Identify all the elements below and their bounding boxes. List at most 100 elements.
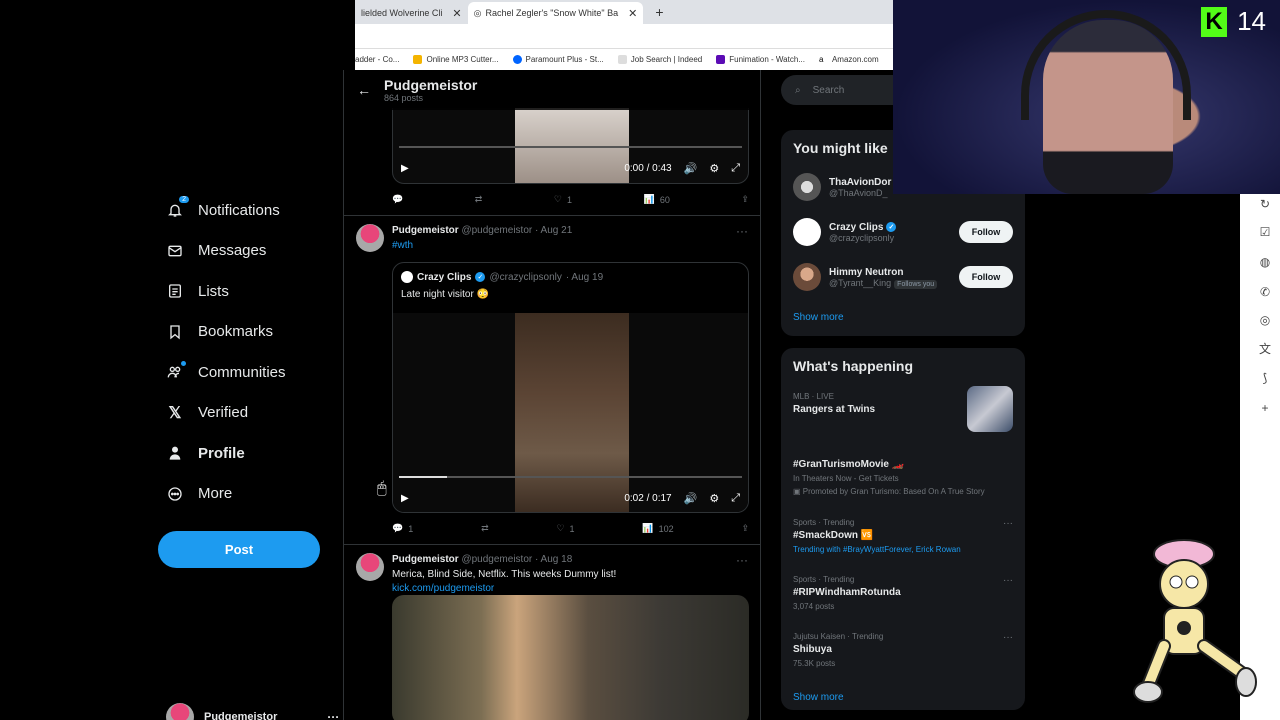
author-handle[interactable]: @pudgemeistor (461, 225, 532, 236)
instagram-icon[interactable]: ◎ (1257, 312, 1273, 328)
hashtag-link[interactable]: #wth (392, 240, 413, 251)
video-progress[interactable] (399, 476, 742, 478)
nav-item-notifications[interactable]: 2 Notifications (150, 190, 340, 231)
play-icon[interactable]: ▶ (401, 163, 409, 174)
tweet-date[interactable]: · Aug 18 (535, 554, 572, 565)
address-toolbar (355, 24, 895, 48)
follow-button[interactable]: Follow (959, 266, 1013, 288)
more-dots-icon[interactable]: ··· (1003, 575, 1013, 586)
more-dots-icon[interactable]: ··· (1003, 632, 1013, 643)
video-progress[interactable] (399, 146, 742, 148)
post-button[interactable]: Post (158, 531, 320, 568)
refresh-icon[interactable]: ↻ (1257, 196, 1273, 212)
x-logo-icon: 𝕏 (168, 404, 182, 422)
trend-item[interactable]: MLB · LIVE Rangers at Twins (793, 386, 1013, 432)
nav-label: Lists (198, 282, 229, 300)
browser-tab-active[interactable]: ◎ Rachel Zegler's "Snow White" Ba ✕ (467, 2, 644, 24)
bookmark-item[interactable]: Funimation - Watch... (716, 55, 805, 64)
more-dots-icon[interactable]: ··· (736, 553, 748, 567)
reply-button[interactable]: 💬 1 (392, 523, 413, 534)
author-name[interactable]: Pudgemeistor (392, 554, 459, 565)
bookmark-item[interactable]: Online MP3 Cutter... (413, 55, 499, 64)
bookmark-item[interactable]: a Amazon.com (818, 55, 879, 64)
nav-item-bookmarks[interactable]: Bookmarks (150, 312, 340, 353)
follow-button[interactable]: Follow (959, 221, 1013, 243)
like-button[interactable]: ♡ 1 (554, 194, 572, 205)
heart-icon: ♡ (553, 194, 562, 204)
new-tab-icon[interactable]: + (655, 4, 663, 20)
tweet[interactable]: Pudgemeistor @pudgemeistor · Aug 21 ··· … (344, 215, 760, 545)
bookmark-item[interactable]: adder - Co... (355, 55, 399, 64)
share-button[interactable]: ⇪ (741, 523, 749, 534)
extension-icon[interactable]: ⟆ (1257, 370, 1273, 386)
nav-item-verified[interactable]: 𝕏 Verified (150, 393, 340, 434)
video-player[interactable]: ▶ 0:00 / 0:43 🔊 ⚙ ⤢ (392, 108, 749, 184)
author-handle[interactable]: @pudgemeistor (461, 554, 532, 565)
volume-icon[interactable]: 🔊 (684, 492, 698, 505)
avatar[interactable] (356, 553, 384, 581)
add-icon[interactable]: + (1257, 400, 1273, 416)
share-button[interactable]: ⇪ (741, 194, 749, 205)
trend-item[interactable]: Jujutsu Kaisen · Trending Shibuya 75.3K … (793, 632, 1013, 668)
show-more-link[interactable]: Show more (793, 312, 844, 323)
fullscreen-icon[interactable]: ⤢ (731, 492, 740, 505)
whatsapp-icon[interactable]: ✆ (1257, 284, 1273, 300)
envelope-icon (166, 242, 184, 260)
show-more-link[interactable]: Show more (793, 692, 844, 703)
bookmark-item[interactable]: Paramount Plus - St... (512, 55, 604, 64)
nav-item-messages[interactable]: Messages (150, 231, 340, 272)
nav-item-more[interactable]: More (150, 474, 340, 515)
gear-icon[interactable]: ⚙ (709, 162, 719, 175)
tweet-date[interactable]: · Aug 21 (535, 225, 572, 236)
trend-subtitle: Trending with #BrayWyattForever, Erick R… (793, 545, 961, 554)
nav-label: Profile (198, 444, 245, 462)
whats-happening-panel: What's happening MLB · LIVE Rangers at T… (781, 348, 1025, 710)
more-dots-icon[interactable]: ··· (736, 224, 748, 238)
trend-item[interactable]: Sports · Trending #RIPWindhamRotunda 3,0… (793, 575, 1013, 611)
search-icon: ⌕ (795, 84, 801, 96)
messenger-icon[interactable]: ◍ (1257, 254, 1273, 270)
trend-item[interactable]: #GranTurismoMovie 🏎️ In Theaters Now - G… (793, 456, 1013, 496)
volume-icon[interactable]: 🔊 (684, 162, 698, 175)
views-button[interactable]: 📊 60 (644, 194, 670, 205)
gear-icon[interactable]: ⚙ (709, 492, 719, 505)
author-name[interactable]: Pudgemeistor (392, 225, 459, 236)
back-arrow-icon[interactable]: ← (344, 82, 384, 98)
browser-tab[interactable]: lielded Wolverine Cli ✕ (355, 2, 468, 24)
trend-title: #RIPWindhamRotunda (793, 587, 901, 598)
bookmark-label: Online MP3 Cutter... (426, 55, 499, 64)
nav-item-profile[interactable]: Profile (150, 433, 340, 474)
tweet-image[interactable] (392, 595, 749, 720)
quote-header: Crazy Clips ✓ @crazyclipsonly · Aug 19 (401, 271, 603, 283)
bookmark-item[interactable]: Job Search | Indeed (617, 55, 702, 64)
checklist-icon[interactable]: ☑ (1257, 224, 1273, 240)
more-dots-icon[interactable]: ··· (327, 710, 339, 720)
close-icon[interactable]: ✕ (452, 7, 461, 20)
tweet-link[interactable]: kick.com/pudgemeistor (392, 583, 494, 594)
quoted-tweet[interactable]: Crazy Clips ✓ @crazyclipsonly · Aug 19 L… (392, 262, 749, 513)
nav-item-communities[interactable]: Communities (150, 352, 340, 393)
suggested-account[interactable]: Crazy Clips ✓ @crazyclipsonly Follow (793, 215, 1013, 249)
views-button[interactable]: 📊 102 (642, 523, 673, 534)
more-dots-icon[interactable]: ··· (1003, 518, 1013, 529)
headphones (1021, 10, 1191, 120)
fullscreen-icon[interactable]: ⤢ (731, 162, 740, 175)
video-player[interactable]: ▶ 0:02 / 0:17 🔊 ⚙ ⤢ (393, 313, 748, 512)
trend-item[interactable]: Sports · Trending #SmackDown 🆚 Trending … (793, 518, 1013, 554)
avatar[interactable] (356, 224, 384, 252)
left-nav: 2 Notifications Messages Lists Bookmarks… (150, 190, 340, 514)
reply-button[interactable]: 💬 (392, 194, 403, 205)
suggested-account[interactable]: Himmy Neutron @Tyrant__King Follows you F… (793, 260, 1013, 294)
close-icon[interactable]: ✕ (628, 7, 637, 20)
account-switcher[interactable]: Pudgemeistor ··· (166, 703, 339, 720)
repost-button[interactable]: ⇄ (481, 523, 489, 534)
kick-viewer-badge: K 14 (1201, 6, 1266, 37)
translate-icon[interactable]: 文 (1257, 340, 1273, 356)
repost-button[interactable]: ⇄ (475, 194, 483, 205)
bookmark-favicon-icon (413, 55, 423, 64)
play-icon[interactable]: ▶ (401, 493, 409, 504)
nav-item-lists[interactable]: Lists (150, 271, 340, 312)
bookmark-favicon-icon (512, 55, 522, 64)
tweet[interactable]: Pudgemeistor @pudgemeistor · Aug 18 ··· … (344, 544, 760, 720)
like-button[interactable]: ♡ 1 (556, 523, 574, 534)
